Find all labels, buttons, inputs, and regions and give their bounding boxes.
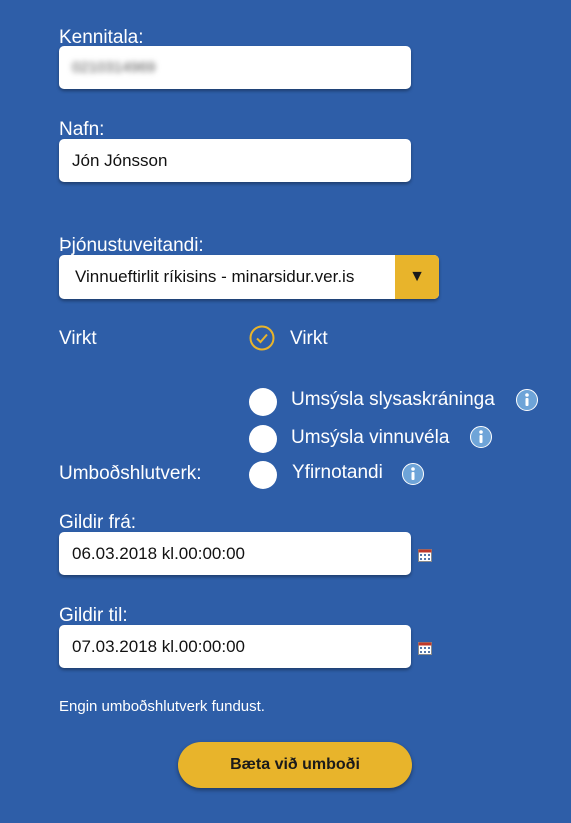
valid-to-label: Gildir til: bbox=[59, 605, 128, 626]
calendar-icon[interactable] bbox=[418, 549, 432, 562]
no-roles-message: Engin umboðshlutverk fundust. bbox=[59, 698, 265, 715]
valid-to-value: 07.03.2018 kl.00:00:00 bbox=[72, 636, 245, 656]
role-radio-slysaskraninga[interactable] bbox=[249, 388, 277, 416]
roles-label: Umboðshlutverk: bbox=[59, 463, 202, 484]
info-icon[interactable] bbox=[402, 463, 424, 485]
provider-selected-value: Vinnueftirlit ríkisins - minarsidur.ver.… bbox=[75, 267, 355, 286]
active-option-label: Virkt bbox=[290, 328, 328, 349]
role-label-slysaskraninga: Umsýsla slysaskráninga bbox=[291, 389, 495, 410]
provider-select[interactable]: Vinnueftirlit ríkisins - minarsidur.ver.… bbox=[59, 255, 439, 299]
role-label-yfirnotandi: Yfirnotandi bbox=[292, 462, 383, 483]
nafn-field[interactable]: Jón Jónsson bbox=[59, 139, 411, 182]
role-label-vinnuvela: Umsýsla vinnuvéla bbox=[291, 427, 450, 448]
active-label: Virkt bbox=[59, 328, 97, 349]
check-circle-icon[interactable] bbox=[249, 325, 275, 351]
valid-from-value: 06.03.2018 kl.00:00:00 bbox=[72, 543, 245, 563]
role-radio-vinnuvela[interactable] bbox=[249, 425, 277, 453]
valid-from-field[interactable]: 06.03.2018 kl.00:00:00 bbox=[59, 532, 411, 575]
add-delegation-button[interactable]: Bæta við umboði bbox=[178, 742, 412, 788]
info-icon[interactable] bbox=[516, 389, 538, 411]
provider-label: Þjónustuveitandi: bbox=[59, 235, 204, 256]
info-icon[interactable] bbox=[470, 426, 492, 448]
calendar-icon[interactable] bbox=[418, 642, 432, 655]
kennitala-value: 0210314969 bbox=[72, 59, 156, 76]
role-radio-yfirnotandi[interactable] bbox=[249, 461, 277, 489]
valid-from-label: Gildir frá: bbox=[59, 512, 137, 533]
kennitala-field[interactable]: 0210314969 bbox=[59, 46, 411, 89]
dropdown-arrow-icon[interactable]: ▼ bbox=[395, 255, 439, 299]
nafn-label: Nafn: bbox=[59, 119, 105, 140]
nafn-value: Jón Jónsson bbox=[72, 150, 168, 170]
valid-to-field[interactable]: 07.03.2018 kl.00:00:00 bbox=[59, 625, 411, 668]
